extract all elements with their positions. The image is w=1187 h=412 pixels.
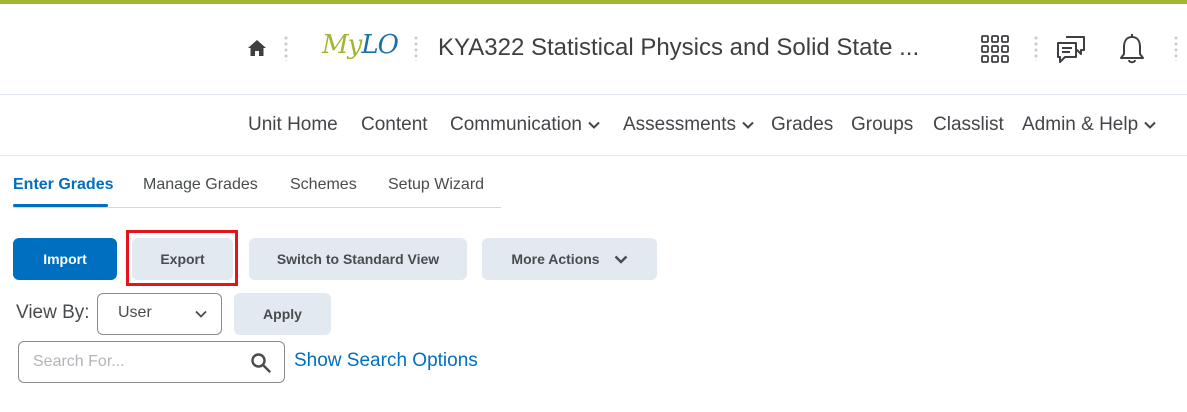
chevron-down-icon (588, 121, 600, 129)
nav-communication[interactable]: Communication (450, 114, 600, 136)
search-input[interactable] (33, 352, 243, 372)
search-box (18, 341, 285, 383)
search-icon[interactable] (250, 352, 272, 379)
switch-to-standard-view-button[interactable]: Switch to Standard View (249, 238, 467, 280)
import-button[interactable]: Import (13, 238, 117, 280)
nav-groups[interactable]: Groups (851, 114, 913, 136)
nav-classlist[interactable]: Classlist (933, 114, 1004, 136)
apps-grid-icon[interactable] (978, 32, 1012, 66)
apply-button[interactable]: Apply (234, 293, 331, 335)
divider (414, 35, 418, 61)
tab-setup-wizard[interactable]: Setup Wizard (388, 176, 484, 194)
tab-manage-grades[interactable]: Manage Grades (143, 176, 258, 194)
tab-enter-grades[interactable]: Enter Grades (13, 176, 113, 194)
divider (1174, 35, 1178, 61)
chevron-down-icon (1144, 121, 1156, 129)
view-by-label: View By: (16, 302, 90, 323)
chevron-down-icon (195, 310, 207, 318)
nav-assessments[interactable]: Assessments (623, 114, 754, 136)
nav-admin-help[interactable]: Admin & Help (1022, 114, 1156, 136)
home-icon[interactable] (246, 37, 268, 59)
header: MyLO KYA322 Statistical Physics and Soli… (0, 4, 1187, 95)
nav-grades[interactable]: Grades (771, 114, 833, 136)
view-by-select[interactable]: User (97, 293, 222, 335)
export-highlight-box (126, 230, 238, 286)
notification-bell-icon[interactable] (1115, 32, 1149, 66)
show-search-options-link[interactable]: Show Search Options (294, 350, 478, 372)
grades-tabs: Enter Grades Manage Grades Schemes Setup… (13, 162, 501, 208)
active-tab-indicator (13, 204, 108, 207)
message-alerts-icon[interactable] (1054, 32, 1088, 66)
chevron-down-icon (614, 255, 627, 264)
unit-navbar: Unit Home Content Communication Assessme… (0, 96, 1187, 156)
tab-schemes[interactable]: Schemes (290, 176, 357, 194)
view-by-selected-value: User (118, 304, 152, 321)
nav-unit-home[interactable]: Unit Home (248, 114, 338, 136)
nav-content[interactable]: Content (361, 114, 428, 136)
mylo-logo[interactable]: MyLO (322, 30, 399, 60)
divider (284, 35, 288, 61)
more-actions-button[interactable]: More Actions (482, 238, 657, 280)
divider (1034, 35, 1038, 61)
unit-title[interactable]: KYA322 Statistical Physics and Solid Sta… (438, 34, 919, 62)
chevron-down-icon (742, 121, 754, 129)
